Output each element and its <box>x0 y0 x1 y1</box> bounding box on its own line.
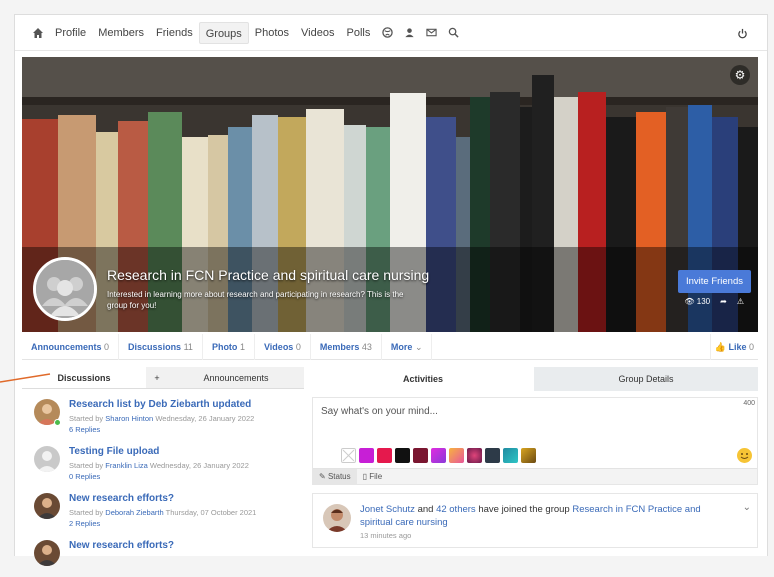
actor-link[interactable]: Jonet Schutz <box>360 504 415 515</box>
color-swatch[interactable] <box>359 448 374 463</box>
nav-profile[interactable]: Profile <box>49 22 92 44</box>
color-swatch[interactable] <box>431 448 446 463</box>
nav-groups[interactable]: Groups <box>198 21 249 44</box>
activity-text: Jonet Schutz and 42 others have joined t… <box>360 504 701 528</box>
subtab-members[interactable]: Members 43 <box>311 333 382 360</box>
subtab-discussions[interactable]: Discussions 11 <box>119 333 203 360</box>
tab-announcements[interactable]: Announcements <box>168 367 304 388</box>
add-tab-button[interactable]: + <box>146 367 168 388</box>
search-icon[interactable] <box>442 22 464 44</box>
author-link[interactable]: Sharon Hinton <box>105 414 153 423</box>
status-input[interactable]: Say what's on your mind... <box>321 406 438 417</box>
tab-activities[interactable]: Activities <box>312 367 534 391</box>
composer-tabs: ✎ Status ▯ File <box>313 468 757 485</box>
avatar[interactable] <box>323 504 351 532</box>
nav-friends[interactable]: Friends <box>150 22 199 44</box>
discussion-meta: Started by Sharon Hinton Wednesday, 26 J… <box>69 414 255 423</box>
discussion-title[interactable]: Research list by Deb Ziebarth updated <box>69 399 251 410</box>
discussions-panel: Discussions + Announcements Research lis… <box>22 367 304 566</box>
subtab-more[interactable]: More ⌄ <box>382 333 433 360</box>
pencil-icon: ✎ <box>319 471 326 481</box>
online-status-dot <box>54 419 61 426</box>
emoji-picker-icon[interactable] <box>737 448 752 463</box>
mail-icon[interactable] <box>420 22 442 44</box>
invite-friends-button[interactable]: Invite Friends <box>677 270 751 293</box>
page-frame: Profile Members Friends Groups Photos Vi… <box>14 14 768 566</box>
power-icon[interactable] <box>731 22 753 44</box>
nav-videos[interactable]: Videos <box>295 22 340 44</box>
subtab-photo[interactable]: Photo 1 <box>203 333 255 360</box>
file-icon: ▯ <box>362 471 368 481</box>
discussion-item[interactable]: New research efforts? <box>22 530 304 577</box>
chevron-down-icon: ⌄ <box>414 341 423 352</box>
views-stat: 👁 130 <box>684 297 710 306</box>
replies-count[interactable]: 2 Replies <box>69 519 100 528</box>
chevron-down-icon[interactable]: ⌄ <box>743 502 751 513</box>
author-link[interactable]: Deborah Ziebarth <box>105 508 163 517</box>
avatar[interactable] <box>34 446 60 472</box>
group-avatar <box>33 257 97 321</box>
activity-panel: Activities Group Details Say what's on y… <box>312 367 758 557</box>
group-title: Research in FCN Practice and spiritual c… <box>107 267 430 283</box>
subtab-announcements[interactable]: Announcements 0 <box>22 333 120 360</box>
discussion-title[interactable]: New research efforts? <box>69 540 174 551</box>
group-subtabs: Announcements 0 Discussions 11 Photo 1 V… <box>22 333 758 360</box>
avatar[interactable] <box>34 493 60 519</box>
report-icon[interactable]: ⚠ <box>737 297 744 306</box>
tab-group-details[interactable]: Group Details <box>534 367 758 391</box>
discussion-title[interactable]: Testing File upload <box>69 446 159 457</box>
others-link[interactable]: 42 others <box>436 504 476 515</box>
discussion-title[interactable]: New research efforts? <box>69 493 174 504</box>
color-swatch[interactable] <box>485 448 500 463</box>
share-icon[interactable]: ➦ <box>720 297 727 306</box>
author-link[interactable]: Franklin Liza <box>105 461 148 470</box>
eye-icon: 👁 <box>684 297 695 306</box>
views-count: 130 <box>696 297 711 306</box>
replies-count[interactable]: 6 Replies <box>69 425 100 434</box>
right-tabs: Activities Group Details <box>312 367 758 391</box>
color-swatch[interactable] <box>395 448 410 463</box>
activity-time: 13 minutes ago <box>360 531 412 540</box>
nav-members[interactable]: Members <box>92 22 150 44</box>
globe-icon[interactable] <box>376 22 398 44</box>
color-swatch[interactable] <box>503 448 518 463</box>
color-swatch[interactable] <box>467 448 482 463</box>
discussion-meta: Started by Franklin Liza Wednesday, 26 J… <box>69 461 249 470</box>
discussion-item[interactable]: Testing File upload Started by Franklin … <box>22 436 304 483</box>
cover-stats: 👁 130 ➦ ⚠ <box>684 297 744 306</box>
discussion-item[interactable]: New research efforts? Started by Deborah… <box>22 483 304 530</box>
color-swatch-none[interactable] <box>341 448 356 463</box>
thumbs-up-icon: 👍 <box>714 342 726 352</box>
left-tabs: Discussions + Announcements <box>22 367 304 389</box>
subtab-videos[interactable]: Videos 0 <box>255 333 311 360</box>
replies-count[interactable]: 0 Replies <box>69 472 100 481</box>
color-swatch[interactable] <box>377 448 392 463</box>
color-swatch[interactable] <box>413 448 428 463</box>
discussion-meta: Started by Deborah Ziebarth Thursday, 07… <box>69 508 257 517</box>
avatar[interactable] <box>34 540 60 566</box>
home-icon[interactable] <box>27 22 49 44</box>
tab-file[interactable]: ▯ File <box>357 469 389 485</box>
nav-polls[interactable]: Polls <box>340 22 376 44</box>
color-swatch[interactable] <box>521 448 536 463</box>
status-composer[interactable]: Say what's on your mind... 400 ✎ Status … <box>312 397 758 485</box>
nav-photos[interactable]: Photos <box>249 22 295 44</box>
color-swatch[interactable] <box>449 448 464 463</box>
annotation-arrow <box>0 373 51 383</box>
cover-settings-gear-icon[interactable]: ⚙ <box>730 65 750 85</box>
character-count: 400 <box>743 400 755 407</box>
user-alert-icon[interactable] <box>398 22 420 44</box>
group-description: Interested in learning more about resear… <box>107 290 404 310</box>
group-cover: ⚙ Research in FCN Practice and spiritual… <box>22 57 758 332</box>
discussion-item[interactable]: Research list by Deb Ziebarth updated St… <box>22 389 304 436</box>
tab-status[interactable]: ✎ Status <box>313 468 357 485</box>
background-color-picker <box>341 448 536 463</box>
top-navigation: Profile Members Friends Groups Photos Vi… <box>15 15 767 51</box>
activity-item: Jonet Schutz and 42 others have joined t… <box>312 493 758 548</box>
like-button[interactable]: 👍 Like 0 <box>709 334 758 360</box>
